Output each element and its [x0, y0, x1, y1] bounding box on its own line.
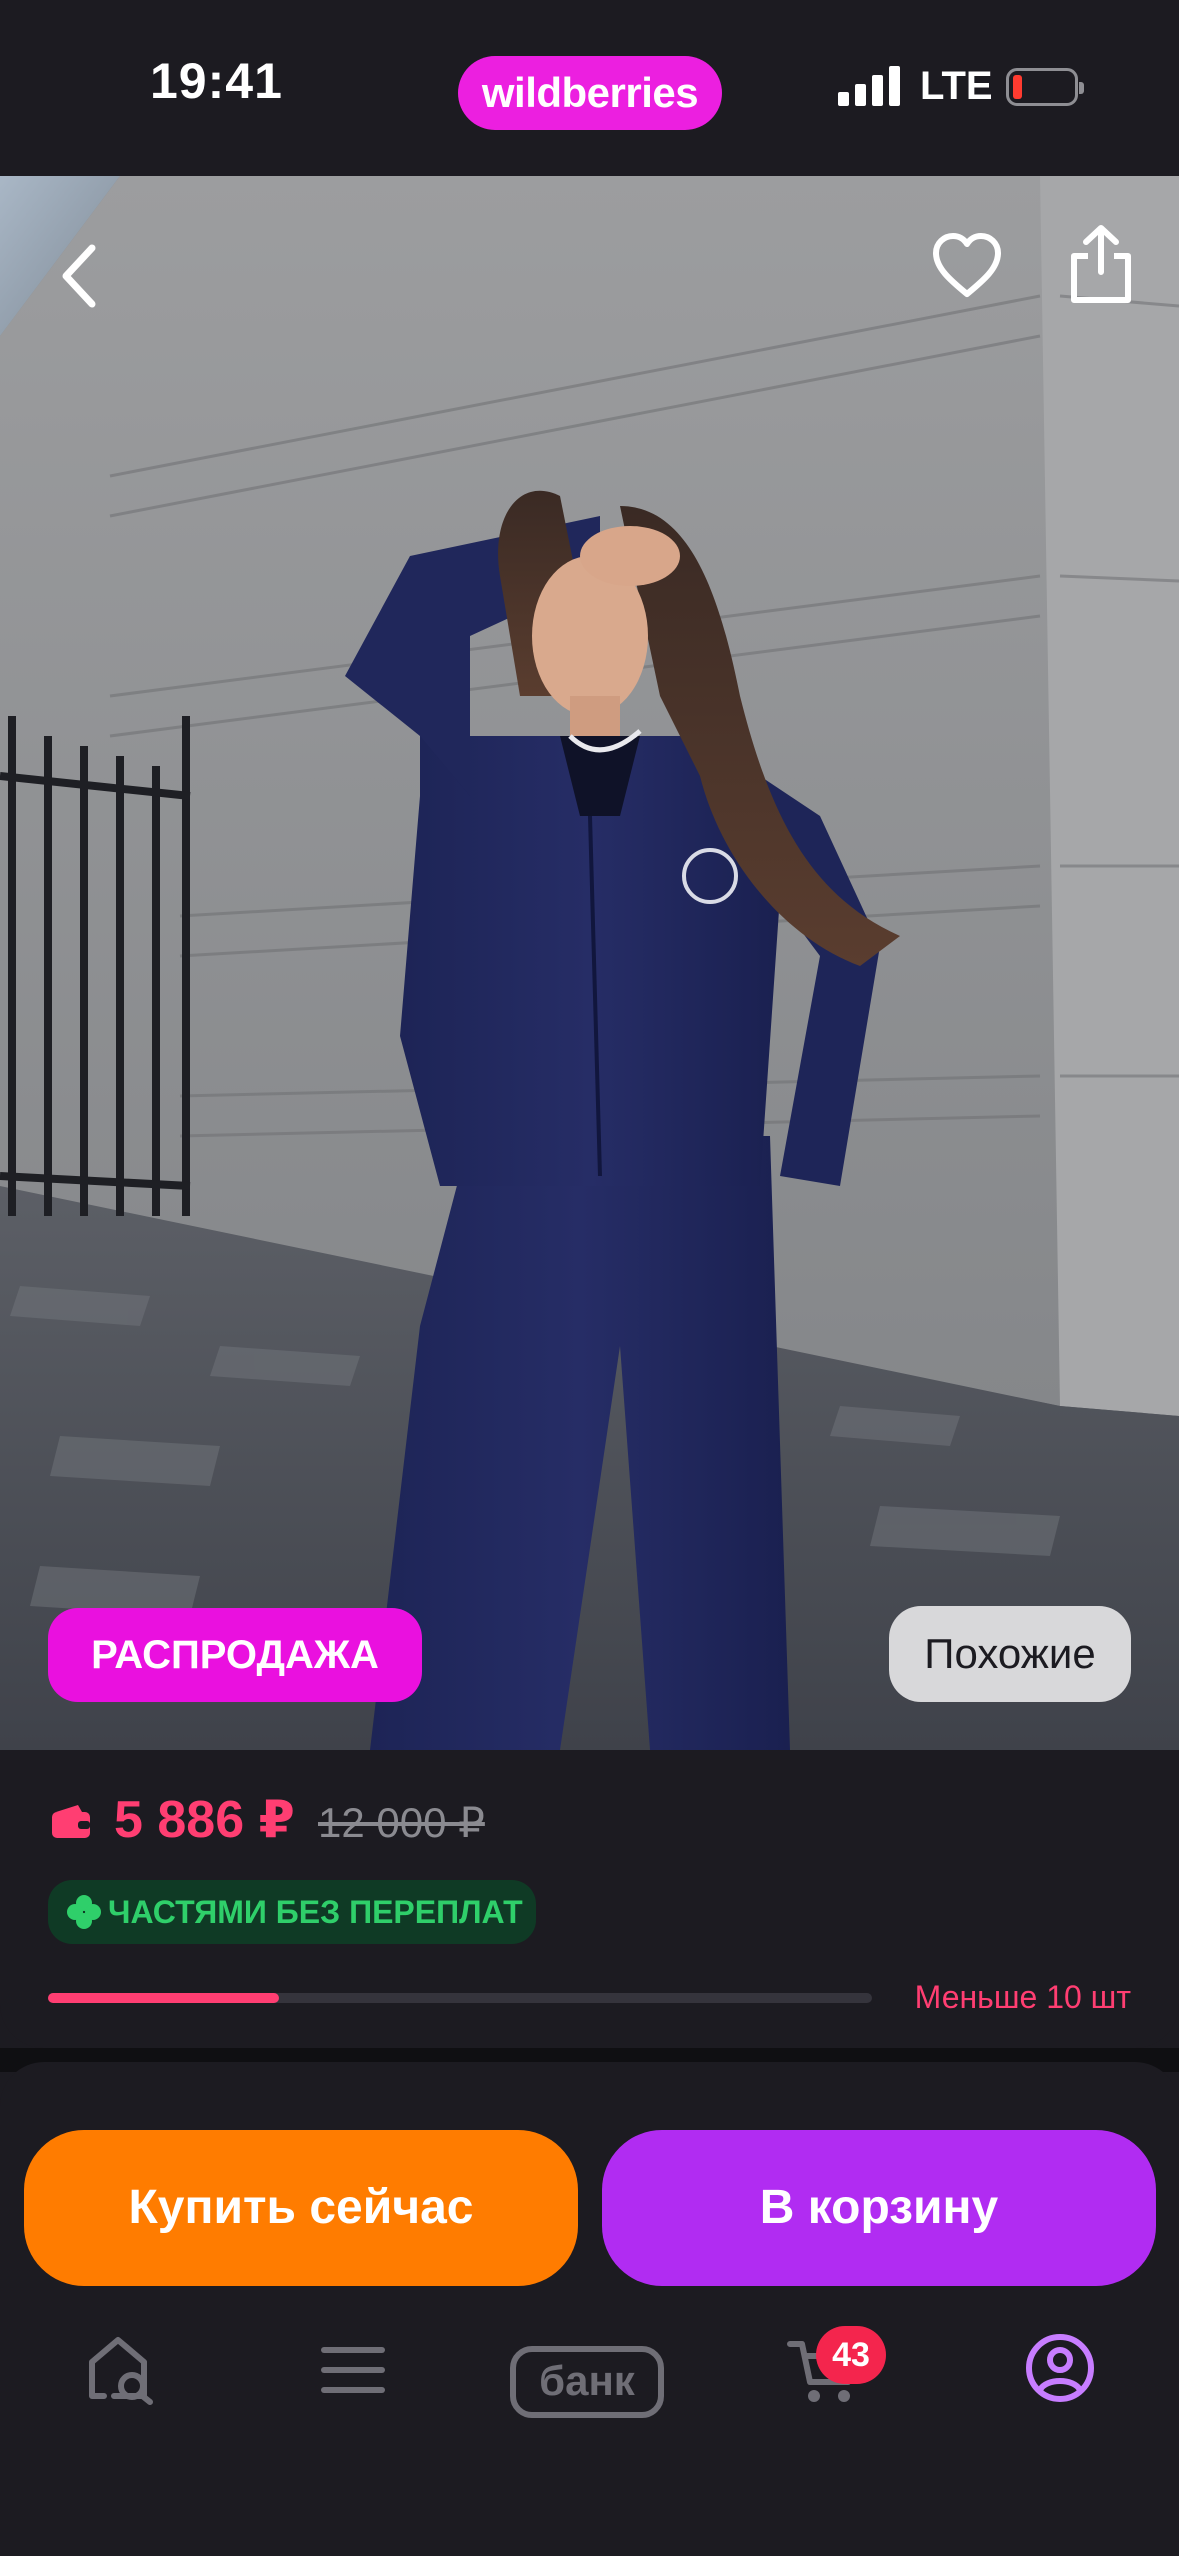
- actions-panel: Купить сейчас В корзину: [0, 2062, 1179, 2556]
- price-card: 5 886 ₽ 12 000 ₽ ЧАСТЯМИ БЕЗ ПЕРЕПЛАТ Ме…: [0, 1750, 1179, 2048]
- stock-progress: [48, 1993, 872, 2003]
- sale-badge: РАСПРОДАЖА: [48, 1608, 422, 1702]
- menu-icon: [321, 2347, 385, 2393]
- back-icon: [62, 244, 96, 308]
- tab-catalog[interactable]: [320, 2330, 386, 2436]
- signal-icon: [838, 66, 900, 106]
- similar-button[interactable]: Похожие: [889, 1606, 1131, 1702]
- network-label: LTE: [920, 64, 993, 108]
- product-image: [0, 176, 1179, 1750]
- brand-logo: wildberries: [458, 56, 722, 130]
- buy-now-button[interactable]: Купить сейчас: [24, 2130, 578, 2286]
- profile-icon: [1026, 2334, 1094, 2402]
- cart-count-badge: 43: [816, 2326, 886, 2384]
- favorite-button[interactable]: [930, 230, 1004, 304]
- status-time: 19:41: [150, 53, 283, 109]
- search-home-icon: [89, 2337, 153, 2405]
- clover-icon: [67, 1895, 101, 1929]
- stock-label: Меньше 10 шт: [914, 1979, 1131, 2015]
- price-current: 5 886 ₽: [114, 1791, 295, 1849]
- battery-icon: [1006, 68, 1084, 106]
- product-photo[interactable]: РАСПРОДАЖА Похожие: [0, 176, 1179, 1750]
- wallet-icon: [52, 1805, 90, 1838]
- add-to-cart-button[interactable]: В корзину: [602, 2130, 1156, 2286]
- price-old: 12 000 ₽: [318, 1799, 485, 1846]
- status-bar: 19:41 wildberries LTE: [0, 0, 1179, 176]
- back-button[interactable]: [50, 236, 110, 316]
- stock-progress-fill: [48, 1993, 279, 2003]
- heart-icon: [933, 233, 1001, 297]
- share-icon: [1071, 225, 1131, 303]
- tab-bank[interactable]: банк: [510, 2346, 664, 2418]
- tab-profile[interactable]: [1024, 2330, 1096, 2436]
- tab-home[interactable]: [84, 2330, 160, 2436]
- share-button[interactable]: [1066, 222, 1136, 306]
- installments-badge[interactable]: ЧАСТЯМИ БЕЗ ПЕРЕПЛАТ: [48, 1880, 536, 1944]
- installments-label: ЧАСТЯМИ БЕЗ ПЕРЕПЛАТ: [108, 1894, 523, 1930]
